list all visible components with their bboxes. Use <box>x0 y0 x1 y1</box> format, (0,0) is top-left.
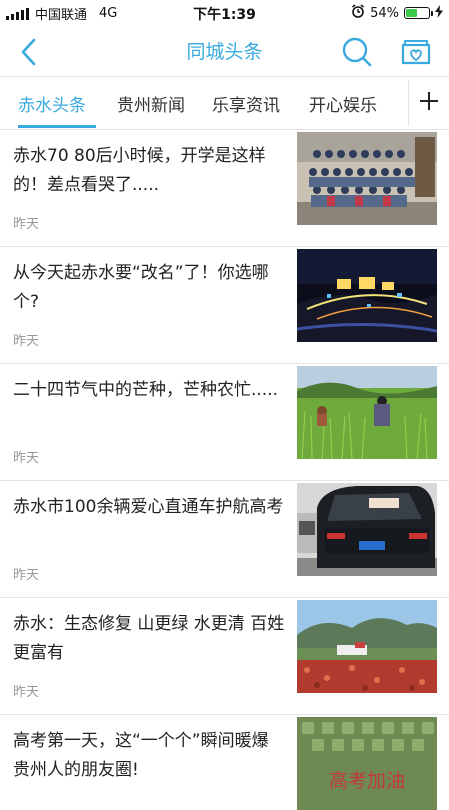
news-item[interactable]: 赤水市100余辆爱心直通车护航高考 昨天 <box>0 481 449 598</box>
news-thumbnail: 高考加油 <box>297 717 437 810</box>
category-tabs: 赤水头条 贵州新闻 乐享资讯 开心娱乐 <box>0 76 449 130</box>
news-thumbnail <box>297 132 437 225</box>
tab-lexiang-info[interactable]: 乐享资讯 <box>212 91 280 116</box>
active-tab-indicator <box>18 125 96 128</box>
news-title: 赤水：生态修复 山更绿 水更清 百姓更富有 <box>13 614 285 663</box>
news-thumbnail <box>297 249 437 342</box>
heart-folder-icon <box>401 40 431 65</box>
news-title: 赤水70 80后小时候，开学是这样的！差点看哭了..... <box>13 146 266 195</box>
page-title: 同城头条 <box>186 41 263 63</box>
status-bar: 中国联通 4G 下午1:39 54% <box>0 0 449 26</box>
news-title: 从今天起赤水要“改名”了！你选哪个? <box>13 263 269 312</box>
news-feed: 赤水70 80后小时候，开学是这样的！差点看哭了..... 昨天 从今天起赤水要… <box>0 130 449 810</box>
news-title: 高考第一天，这“一个个”瞬间暖爆贵州人的朋友圈! <box>13 731 269 780</box>
news-item[interactable]: 高考第一天，这“一个个”瞬间暖爆贵州人的朋友圈! 高考加油 <box>0 715 449 810</box>
news-title: 赤水市100余辆爱心直通车护航高考 <box>13 497 284 517</box>
banner-text: 高考加油 <box>329 770 405 792</box>
news-thumbnail <box>297 483 437 576</box>
news-item[interactable]: 二十四节气中的芒种，芒种农忙..... 昨天 <box>0 364 449 481</box>
tab-guizhou-news[interactable]: 贵州新闻 <box>117 91 185 116</box>
plus-icon <box>420 92 438 110</box>
news-item[interactable]: 赤水：生态修复 山更绿 水更清 百姓更富有 昨天 <box>0 598 449 715</box>
news-title: 二十四节气中的芒种，芒种农忙..... <box>13 380 279 400</box>
news-item[interactable]: 从今天起赤水要“改名”了！你选哪个? 昨天 <box>0 247 449 364</box>
alarm-icon <box>351 4 365 22</box>
search-button[interactable] <box>339 34 375 70</box>
charging-icon <box>435 4 443 22</box>
battery-percent: 54% <box>370 5 399 21</box>
add-tab-button[interactable] <box>416 88 442 114</box>
news-time: 昨天 <box>13 568 40 583</box>
news-thumbnail <box>297 600 437 693</box>
news-time: 昨天 <box>13 451 40 466</box>
tab-divider <box>408 80 409 126</box>
news-thumbnail <box>297 366 437 459</box>
status-right: 54% <box>351 4 443 22</box>
news-time: 昨天 <box>13 217 40 232</box>
news-time: 昨天 <box>13 685 40 700</box>
nav-bar: 同城头条 <box>0 26 449 76</box>
news-time: 昨天 <box>13 334 40 349</box>
battery-icon <box>404 7 433 19</box>
tab-chishui-headlines[interactable]: 赤水头条 <box>18 91 86 116</box>
tab-happy-entertainment[interactable]: 开心娱乐 <box>309 91 377 116</box>
news-item[interactable]: 赤水70 80后小时候，开学是这样的！差点看哭了..... 昨天 <box>0 130 449 247</box>
favorites-button[interactable] <box>398 34 434 70</box>
search-icon <box>342 37 372 67</box>
